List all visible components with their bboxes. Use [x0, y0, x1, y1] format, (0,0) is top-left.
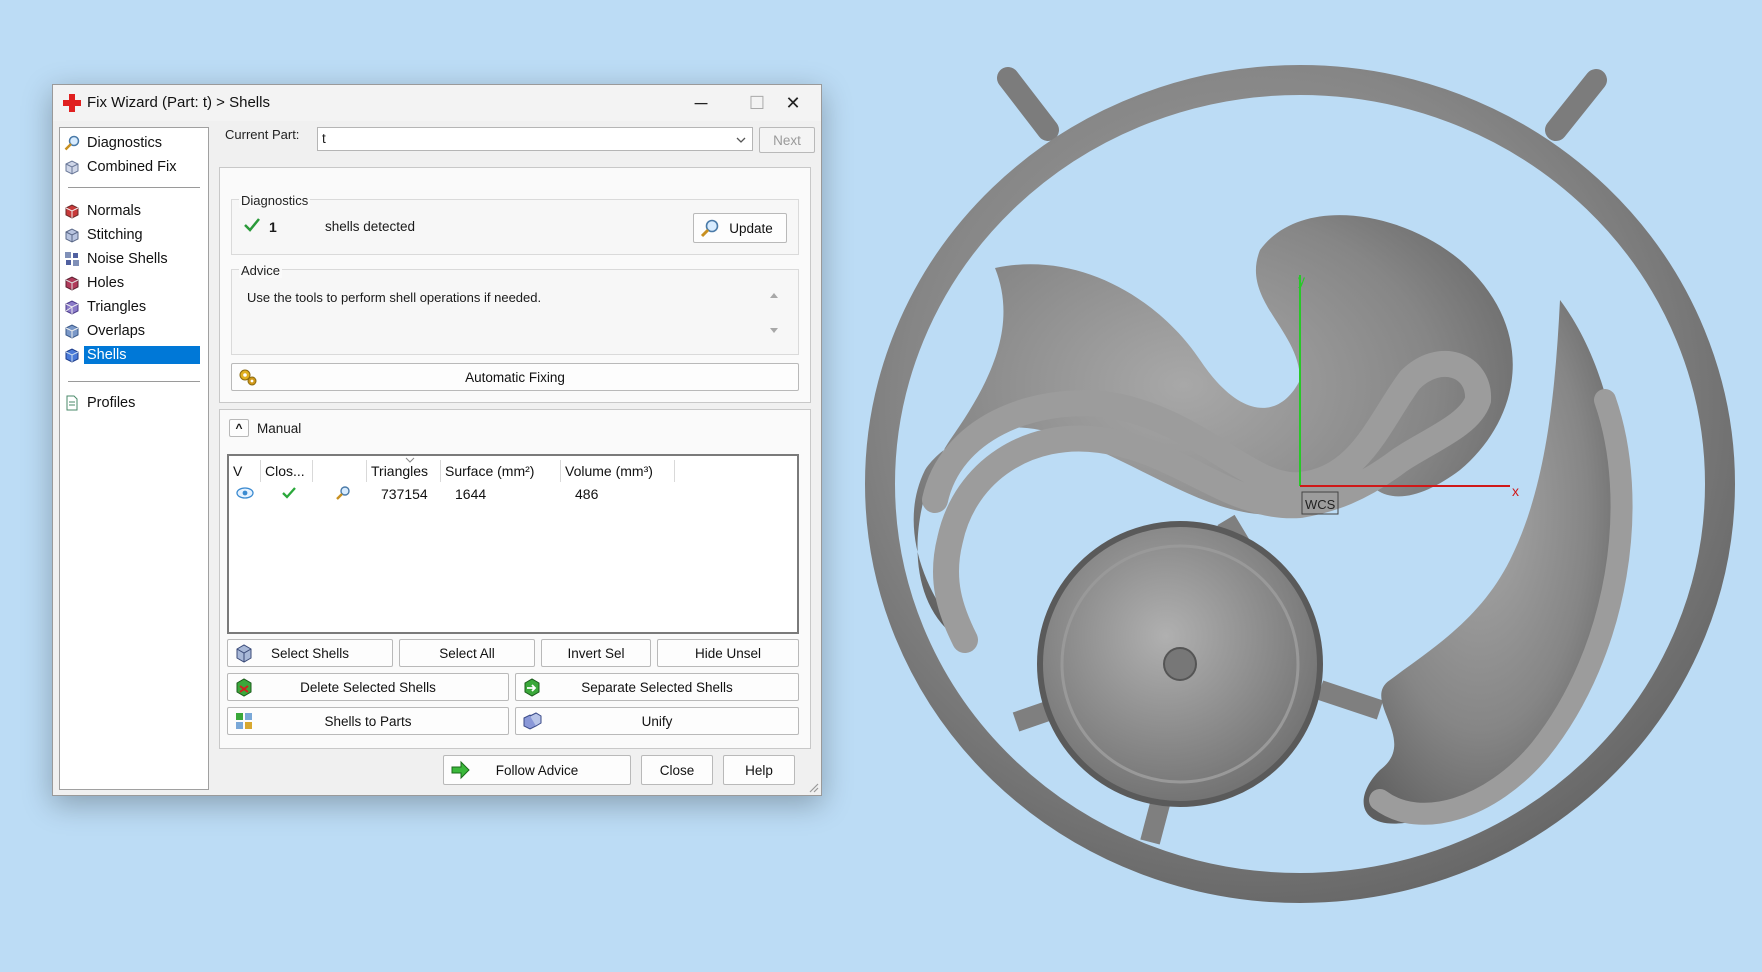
update-button[interactable]: Update — [693, 213, 787, 243]
shells-cube-icon — [65, 348, 79, 363]
advice-group — [231, 269, 799, 355]
sort-indicator-icon — [405, 457, 415, 463]
wcs-label: WCS — [1305, 497, 1336, 512]
y-axis-label: y — [1298, 272, 1305, 288]
collapse-manual-button[interactable]: ^ — [229, 419, 249, 437]
shells-table[interactable]: V Clos... Triangles Surface (mm²) Volume… — [227, 454, 799, 634]
triangles-cube-icon — [65, 300, 79, 315]
advice-group-title: Advice — [239, 263, 283, 278]
sidebar-item-noise-shells[interactable]: Noise Shells — [64, 248, 202, 270]
normals-cube-icon — [65, 204, 79, 219]
sidebar-item-holes[interactable]: Holes — [64, 272, 202, 294]
shells-to-parts-icon — [236, 713, 252, 729]
x-axis-label: x — [1512, 483, 1519, 499]
column-header-surface[interactable]: Surface (mm²) — [441, 460, 561, 482]
close-icon: ✕ — [785, 92, 801, 113]
column-header-blank[interactable] — [313, 460, 367, 482]
eye-icon[interactable] — [236, 487, 254, 499]
minimize-icon: ─ — [694, 92, 708, 113]
gears-icon — [239, 369, 257, 386]
noise-shells-icon — [65, 252, 79, 266]
holes-cube-icon — [65, 276, 79, 291]
shell-count: 1 — [269, 219, 277, 235]
sidebar-item-normals[interactable]: Normals — [64, 200, 202, 222]
overlaps-cube-icon — [65, 324, 79, 339]
advice-text: Use the tools to perform shell operation… — [247, 290, 542, 305]
close-button[interactable]: Close — [641, 755, 713, 785]
chevron-down-icon — [736, 137, 746, 143]
resize-grip-icon[interactable] — [807, 781, 819, 793]
magnifier-icon — [700, 219, 719, 238]
diagnostics-group-title: Diagnostics — [239, 193, 311, 208]
diagnostics-message: shells detected — [325, 219, 416, 234]
column-header-v[interactable]: V — [229, 460, 261, 482]
sidebar-item-combined-fix[interactable]: Combined Fix — [64, 156, 202, 178]
scroll-up-icon[interactable] — [769, 291, 779, 299]
fix-wizard-dialog: Fix Wizard (Part: t) > Shells ─ ☐ ✕ Diag… — [52, 84, 822, 796]
title-bar: Fix Wizard (Part: t) > Shells ─ ☐ ✕ — [53, 85, 821, 121]
sidebar-item-triangles[interactable]: Triangles — [64, 296, 202, 318]
current-part-value: t — [322, 131, 326, 146]
sidebar-item-shells[interactable]: Shells — [64, 344, 202, 366]
arrow-right-icon — [451, 760, 470, 780]
sidebar-item-profiles[interactable]: Profiles — [64, 392, 202, 414]
sidebar-item-overlaps[interactable]: Overlaps — [64, 320, 202, 342]
hide-unsel-button[interactable]: Hide Unsel — [657, 639, 799, 667]
cell-triangles: 737154 — [381, 486, 428, 502]
column-header-volume[interactable]: Volume (mm³) — [561, 460, 675, 482]
cell-surface: 1644 — [455, 486, 487, 502]
next-button[interactable]: Next — [759, 127, 815, 153]
shells-to-parts-button[interactable]: Shells to Parts — [227, 707, 509, 735]
column-header-triangles[interactable]: Triangles — [367, 460, 441, 482]
current-part-label: Current Part: — [225, 127, 300, 142]
separate-shells-icon — [524, 678, 540, 697]
maximize-icon: ☐ — [748, 92, 766, 113]
cube-icon — [65, 160, 79, 175]
column-header-closed[interactable]: Clos... — [261, 460, 313, 482]
delete-shells-icon — [236, 678, 252, 697]
magnifier-icon — [64, 135, 80, 151]
closed-check-icon — [282, 487, 296, 499]
help-button[interactable]: Help — [723, 755, 795, 785]
select-shells-button[interactable]: Select Shells — [227, 639, 393, 667]
red-cross-icon — [63, 94, 81, 112]
delete-selected-shells-button[interactable]: Delete Selected Shells — [227, 673, 509, 701]
unify-button[interactable]: Unify — [515, 707, 799, 735]
minimize-button[interactable]: ─ — [673, 85, 729, 121]
sidebar-item-diagnostics[interactable]: Diagnostics — [64, 132, 202, 154]
close-window-button[interactable]: ✕ — [765, 85, 821, 121]
cell-volume: 486 — [575, 486, 599, 502]
window-title: Fix Wizard (Part: t) > Shells — [87, 94, 270, 111]
shells-cube-icon — [236, 644, 252, 663]
document-icon — [66, 395, 78, 411]
automatic-fixing-button[interactable]: Automatic Fixing — [231, 363, 799, 391]
separate-selected-shells-button[interactable]: Separate Selected Shells — [515, 673, 799, 701]
checkmark-icon — [244, 218, 260, 232]
scroll-down-icon[interactable] — [769, 327, 779, 335]
invert-sel-button[interactable]: Invert Sel — [541, 639, 651, 667]
select-all-button[interactable]: Select All — [399, 639, 535, 667]
wizard-sidebar: Diagnostics Combined Fix Normals Stitchi… — [59, 127, 209, 790]
stitching-cube-icon — [65, 228, 79, 243]
sidebar-item-stitching[interactable]: Stitching — [64, 224, 202, 246]
unify-icon — [523, 712, 542, 730]
manual-label: Manual — [257, 421, 302, 436]
follow-advice-button[interactable]: Follow Advice — [443, 755, 631, 785]
magnifier-icon[interactable] — [335, 485, 351, 501]
current-part-dropdown[interactable]: t — [317, 127, 753, 151]
chevron-up-icon: ^ — [235, 421, 243, 435]
